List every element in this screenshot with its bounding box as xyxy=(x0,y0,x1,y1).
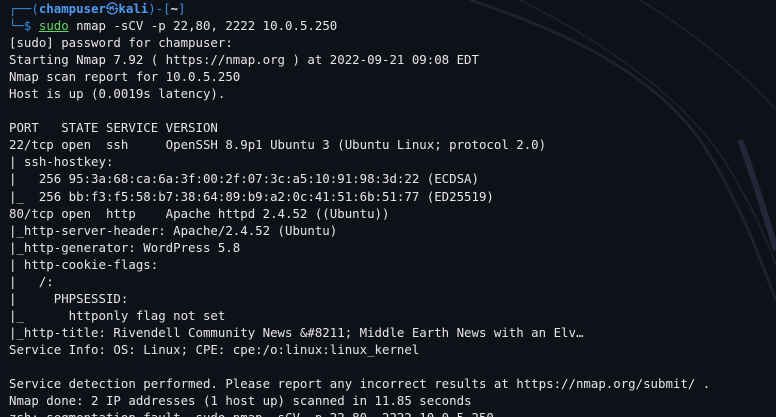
terminal-output: [sudo] password for champuser: Starting N… xyxy=(9,34,772,417)
output-line: Starting Nmap 7.92 ( https://nmap.org ) … xyxy=(9,52,479,68)
prompt-bracket-close: ] xyxy=(178,1,186,16)
output-line: Service Info: OS: Linux; CPE: cpe:/o:lin… xyxy=(9,341,420,357)
output-line: |_http-title: Rivendell Community News &… xyxy=(9,324,584,340)
output-line: | ssh-hostkey: xyxy=(9,154,114,170)
command-name: sudo xyxy=(38,18,69,34)
output-line: 22/tcp open ssh OpenSSH 8.9p1 Ubuntu 3 (… xyxy=(9,137,547,153)
output-line: |_ httponly flag not set xyxy=(9,307,226,323)
output-line: | /: xyxy=(9,273,54,289)
output-line: | 256 95:3a:68:ca:6a:3f:00:2f:07:3c:a5:1… xyxy=(9,171,479,187)
prompt-bracket-open: ┌──( xyxy=(9,1,39,16)
output-line: | PHPSESSID: xyxy=(9,290,129,306)
prompt-arrow: └─$ xyxy=(9,18,32,34)
command-args: nmap -sCV -p 22,80, 2222 10.0.5.250 xyxy=(76,18,338,34)
output-line: Host is up (0.0019s latency). xyxy=(9,86,226,102)
terminal-window[interactable]: ┌──(champuser㉿kali)-[~] └─$ sudo nmap -s… xyxy=(0,0,776,417)
output-line: [sudo] password for champuser: xyxy=(9,35,233,51)
output-line: Nmap scan report for 10.0.5.250 xyxy=(9,69,241,85)
output-line: 80/tcp open http Apache httpd 2.4.52 ((U… xyxy=(9,205,390,221)
prompt-header-line: ┌──(champuser㉿kali)-[~] xyxy=(9,0,772,17)
prompt-directory: ~ xyxy=(170,1,179,16)
prompt-command-line: └─$ sudo nmap -sCV -p 22,80, 2222 10.0.5… xyxy=(9,17,772,34)
output-line: | http-cookie-flags: xyxy=(9,256,159,272)
prompt-separator: )-[ xyxy=(148,1,171,16)
output-line: Service detection performed. Please repo… xyxy=(9,376,711,392)
output-line: PORT STATE SERVICE VERSION xyxy=(9,120,218,136)
output-line: |_ 256 bb:f3:f5:58:b7:38:64:89:b9:a2:0c:… xyxy=(9,188,494,204)
output-line: |_http-server-header: Apache/2.4.52 (Ubu… xyxy=(9,222,338,238)
output-line: |_http-generator: WordPress 5.8 xyxy=(9,239,241,255)
prompt-user: champuser xyxy=(38,1,106,16)
prompt-at-symbol: ㉿ xyxy=(105,1,119,16)
terminal-content: ┌──(champuser㉿kali)-[~] └─$ sudo nmap -s… xyxy=(9,0,772,417)
output-line: zsh: segmentation fault sudo nmap -sCV -… xyxy=(9,409,772,417)
output-line: Nmap done: 2 IP addresses (1 host up) sc… xyxy=(9,393,472,409)
prompt-host: kali xyxy=(118,1,149,16)
